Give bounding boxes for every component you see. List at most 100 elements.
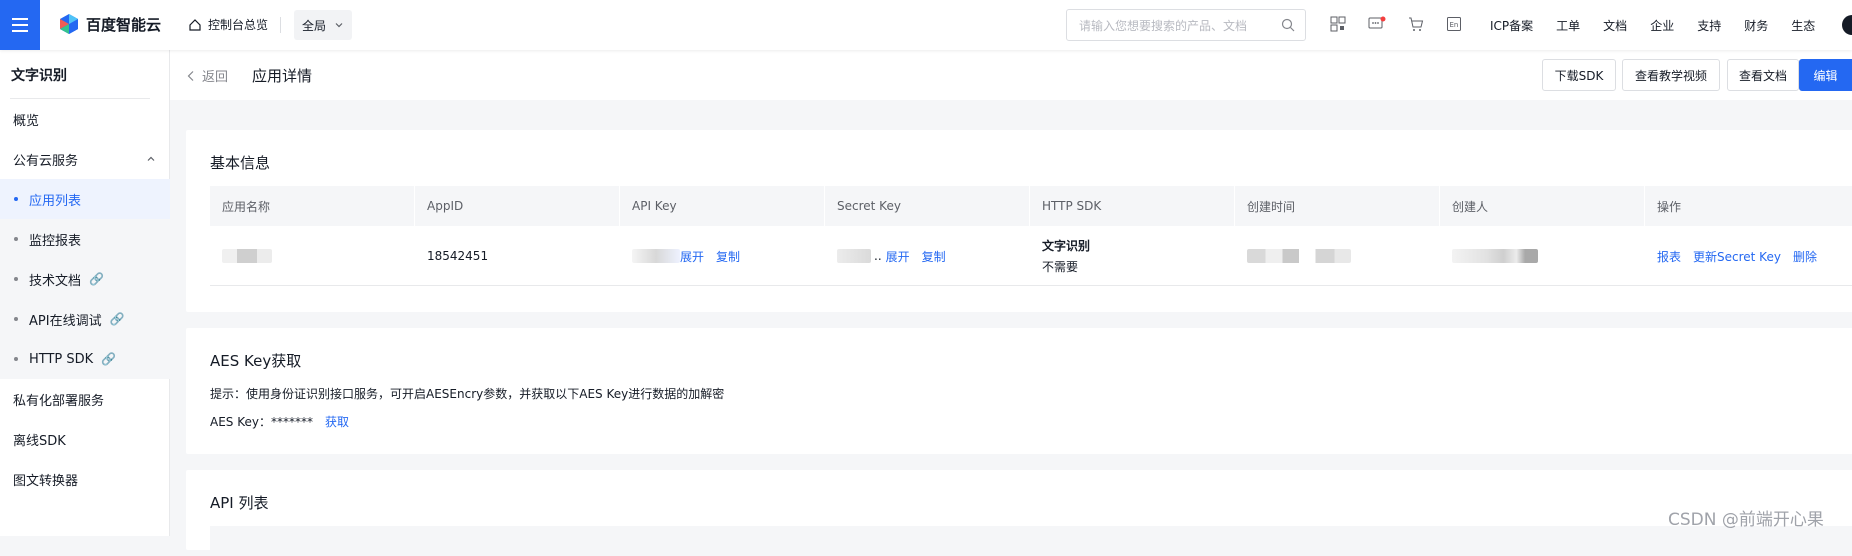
column-header: Secret Key [825, 186, 1030, 226]
section-title: API 列表 [210, 494, 269, 512]
table-header [210, 526, 1852, 556]
back-label: 返回 [202, 70, 229, 85]
column-header: 应用名称 [210, 186, 415, 226]
app-name-cell [210, 226, 415, 286]
column-header: 创建人 [1440, 186, 1645, 226]
view-docs-button[interactable]: 查看文档 [1727, 59, 1799, 91]
column-header: 操作 [1645, 186, 1852, 226]
delete-link[interactable]: 删除 [1793, 248, 1817, 265]
sdk-required: 不需要 [1042, 260, 1079, 274]
sidebar-item-public-cloud[interactable]: 公有云服务 [0, 139, 170, 179]
actions-cell: 报表 更新Secret Key 删除 [1645, 226, 1852, 286]
creator-cell [1440, 226, 1645, 286]
http-sdk-cell: 文字识别 不需要 [1030, 226, 1235, 286]
language-icon[interactable]: En [1446, 16, 1462, 32]
search-icon[interactable] [1281, 18, 1295, 32]
download-sdk-button[interactable]: 下载SDK [1542, 59, 1616, 91]
top-bar: 百度智能云 控制台总览 全局 请输入您想要搜索的产品、文档 En ICP备案 工… [0, 0, 1852, 50]
table-header: 应用名称 AppID API Key Secret Key HTTP SDK 创… [210, 186, 1852, 226]
sidebar-item-label: 技术文档 [29, 273, 82, 289]
redacted-value [837, 249, 871, 263]
menu-button[interactable] [0, 0, 40, 50]
sidebar-item-api-debug[interactable]: API在线调试 🔗 [0, 299, 170, 339]
sidebar-item-label: 监控报表 [29, 233, 82, 249]
fetch-aes-key-link[interactable]: 获取 [325, 413, 349, 430]
watermark: CSDN @前端开心果 [1668, 510, 1824, 530]
top-link-finance[interactable]: 财务 [1744, 17, 1768, 34]
column-header: AppID [415, 186, 620, 226]
created-time-cell [1235, 226, 1440, 286]
expand-api-key-link[interactable]: 展开 [680, 248, 704, 265]
report-link[interactable]: 报表 [1657, 248, 1681, 265]
sidebar-item-app-list[interactable]: 应用列表 [0, 179, 170, 219]
sidebar-item-converter[interactable]: 图文转换器 [0, 459, 170, 499]
expand-secret-key-link[interactable]: 展开 [886, 248, 910, 265]
page-header: 返回 应用详情 下载SDK 查看教学视频 查看文档 编辑 [170, 50, 1852, 100]
redacted-value [1247, 249, 1351, 263]
sidebar-item-monitor[interactable]: 监控报表 [0, 219, 170, 259]
edit-button[interactable]: 编辑 [1799, 59, 1852, 91]
logo[interactable]: 百度智能云 [58, 13, 161, 35]
secret-key-cell: .. 展开 复制 [825, 226, 1030, 286]
redacted-value [222, 249, 272, 263]
sidebar-item-tech-docs[interactable]: 技术文档 🔗 [0, 259, 170, 299]
external-link-icon: 🔗 [89, 272, 104, 286]
sidebar-item-offline-sdk[interactable]: 离线SDK [0, 419, 170, 459]
basic-info-card: 基本信息 应用名称 AppID API Key Secret Key HTTP … [186, 130, 1852, 312]
console-home-link[interactable]: 控制台总览 [188, 16, 268, 33]
avatar[interactable] [1842, 15, 1852, 35]
sidebar-item-label: 离线SDK [13, 433, 66, 449]
svg-text:En: En [1450, 21, 1459, 29]
qrcode-icon[interactable] [1330, 16, 1346, 32]
bullet-icon [14, 357, 18, 361]
search-input[interactable]: 请输入您想要搜索的产品、文档 [1066, 9, 1306, 41]
api-key-cell: 展开 复制 [620, 226, 825, 286]
top-link-support[interactable]: 支持 [1697, 17, 1721, 34]
sidebar-item-label: 概览 [13, 113, 40, 129]
api-list-card: API 列表 [186, 470, 1852, 556]
search-placeholder: 请输入您想要搜索的产品、文档 [1079, 18, 1248, 33]
section-title: 基本信息 [210, 154, 271, 172]
region-label: 全局 [302, 18, 327, 33]
table-row: 18542451 展开 复制 .. 展开 复制 文字识别 不需要 报表 更新Se… [210, 226, 1852, 286]
home-icon [189, 18, 201, 31]
console-home-label: 控制台总览 [208, 18, 269, 32]
chevron-left-icon [187, 70, 194, 81]
column-header: API Key [620, 186, 825, 226]
copy-api-key-link[interactable]: 复制 [716, 248, 740, 265]
section-title: AES Key获取 [210, 352, 302, 370]
redacted-value [1452, 249, 1538, 263]
secret-ellipsis: .. [874, 249, 882, 263]
logo-text: 百度智能云 [86, 15, 162, 34]
message-icon[interactable] [1368, 16, 1386, 32]
sidebar-item-label: 图文转换器 [13, 473, 79, 489]
copy-secret-key-link[interactable]: 复制 [922, 248, 946, 265]
sidebar-item-overview[interactable]: 概览 [0, 99, 170, 139]
bullet-icon [14, 317, 18, 321]
external-link-icon: 🔗 [109, 312, 125, 326]
sidebar-item-private-deploy[interactable]: 私有化部署服务 [0, 379, 170, 419]
bullet-icon [14, 197, 18, 201]
sidebar-item-label: 私有化部署服务 [13, 393, 105, 409]
divider [280, 17, 281, 33]
top-link-icp[interactable]: ICP备案 [1490, 17, 1533, 34]
region-select[interactable]: 全局 [294, 10, 352, 40]
top-link-enterprise[interactable]: 企业 [1650, 17, 1674, 34]
sidebar-item-label: 公有云服务 [13, 153, 79, 169]
top-link-docs[interactable]: 文档 [1603, 17, 1627, 34]
sidebar-title: 文字识别 [11, 68, 67, 84]
cart-icon[interactable] [1408, 16, 1424, 32]
sdk-service-name: 文字识别 [1042, 239, 1091, 253]
top-link-ecosystem[interactable]: 生态 [1791, 17, 1815, 34]
redacted-value [632, 249, 680, 263]
top-link-ticket[interactable]: 工单 [1556, 17, 1580, 34]
aes-key-value: AES Key：******* [210, 415, 313, 429]
update-secret-key-link[interactable]: 更新Secret Key [1693, 248, 1781, 265]
column-header: 创建时间 [1235, 186, 1440, 226]
tutorial-video-button[interactable]: 查看教学视频 [1622, 59, 1720, 91]
bullet-icon [14, 277, 18, 281]
logo-icon [60, 14, 78, 34]
back-button[interactable]: 返回 [186, 66, 228, 85]
page-title: 应用详情 [252, 67, 313, 85]
sidebar-item-http-sdk[interactable]: HTTP SDK 🔗 [0, 339, 170, 379]
